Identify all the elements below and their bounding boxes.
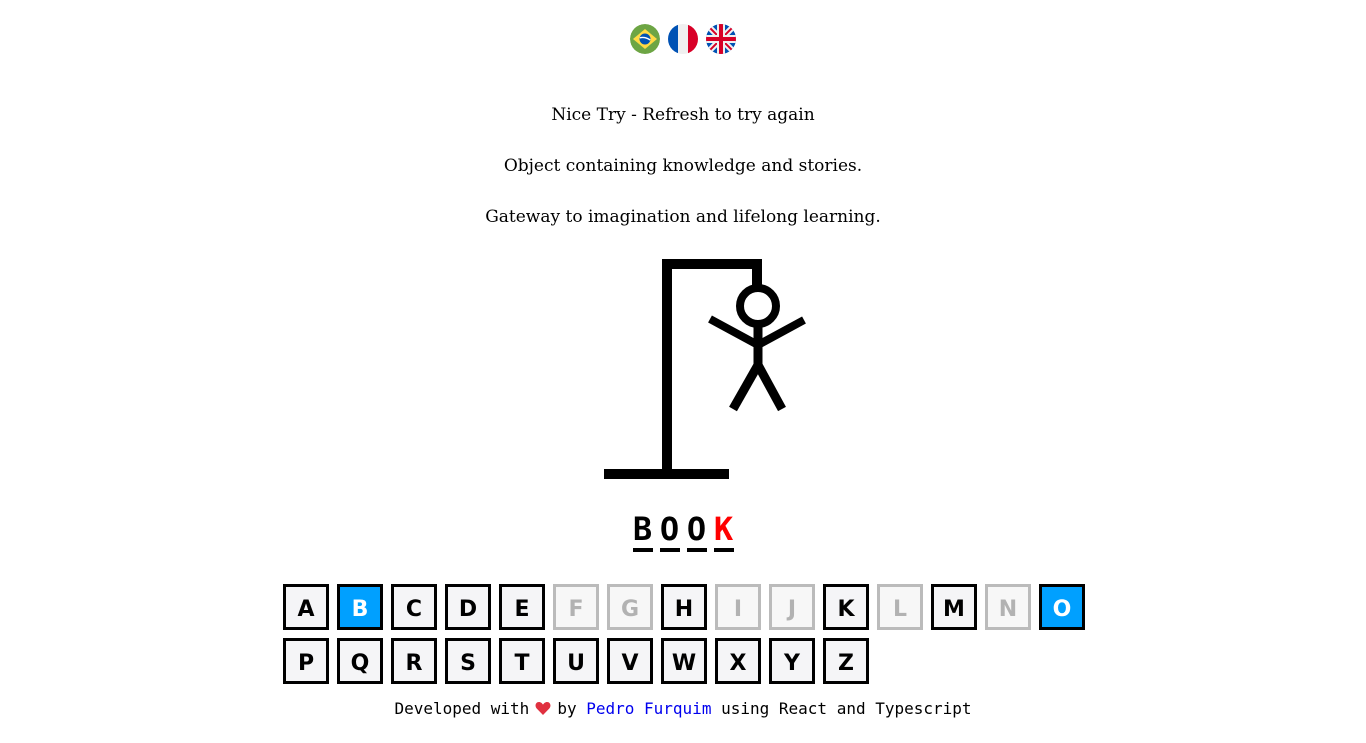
footer: Developed with by Pedro Furquim using Rea… xyxy=(0,699,1366,721)
word-letter-slot: K xyxy=(713,510,734,552)
letter-key-o[interactable]: O xyxy=(1039,584,1085,630)
letter-key-z[interactable]: Z xyxy=(823,638,869,684)
letter-key-f[interactable]: F xyxy=(553,584,599,630)
footer-prefix: Developed with xyxy=(394,699,530,718)
letter-key-v[interactable]: V xyxy=(607,638,653,684)
language-selector xyxy=(630,24,736,54)
letter-key-g[interactable]: G xyxy=(607,584,653,630)
letter-key-d[interactable]: D xyxy=(445,584,491,630)
letter-key-c[interactable]: C xyxy=(391,584,437,630)
uk-flag-icon[interactable] xyxy=(706,24,736,54)
letter-key-r[interactable]: R xyxy=(391,638,437,684)
france-flag-icon[interactable] xyxy=(668,24,698,54)
letter-key-p[interactable]: P xyxy=(283,638,329,684)
letter-key-k[interactable]: K xyxy=(823,584,869,630)
letter-key-l[interactable]: L xyxy=(877,584,923,630)
secret-word: BOOK xyxy=(0,510,1366,552)
gallows-structure xyxy=(604,259,762,479)
letter-key-m[interactable]: M xyxy=(931,584,977,630)
footer-by: by xyxy=(557,699,577,718)
letter-key-y[interactable]: Y xyxy=(769,638,815,684)
figure-head xyxy=(736,284,780,328)
letter-key-q[interactable]: Q xyxy=(337,638,383,684)
stick-figure xyxy=(708,284,806,412)
letter-key-h[interactable]: H xyxy=(661,584,707,630)
hint-1: Object containing knowledge and stories. xyxy=(503,156,863,176)
letter-key-i[interactable]: I xyxy=(715,584,761,630)
word-letter-slot: O xyxy=(659,510,680,552)
letter-key-b[interactable]: B xyxy=(337,584,383,630)
letter-key-u[interactable]: U xyxy=(553,638,599,684)
hint-2: Gateway to imagination and lifelong lear… xyxy=(485,207,881,227)
heart-icon xyxy=(535,701,551,721)
letter-key-j[interactable]: J xyxy=(769,584,815,630)
letter-key-t[interactable]: T xyxy=(499,638,545,684)
author-link[interactable]: Pedro Furquim xyxy=(586,699,711,718)
hangman-drawing xyxy=(604,259,806,479)
letter-keyboard: ABCDEFGHIJKLMNO PQRSTUVWXYZ xyxy=(283,584,1093,684)
word-letter-slot: O xyxy=(686,510,707,552)
brazil-flag-icon[interactable] xyxy=(630,24,660,54)
game-status-message: Nice Try - Refresh to try again xyxy=(551,105,815,125)
letter-key-n[interactable]: N xyxy=(985,584,1031,630)
letter-key-s[interactable]: S xyxy=(445,638,491,684)
letter-key-a[interactable]: A xyxy=(283,584,329,630)
letter-key-w[interactable]: W xyxy=(661,638,707,684)
figure-right-leg xyxy=(754,362,786,412)
word-letter-slot: B xyxy=(632,510,653,552)
letter-key-x[interactable]: X xyxy=(715,638,761,684)
figure-left-leg xyxy=(729,362,762,412)
letter-key-e[interactable]: E xyxy=(499,584,545,630)
footer-suffix: using React and Typescript xyxy=(721,699,972,718)
